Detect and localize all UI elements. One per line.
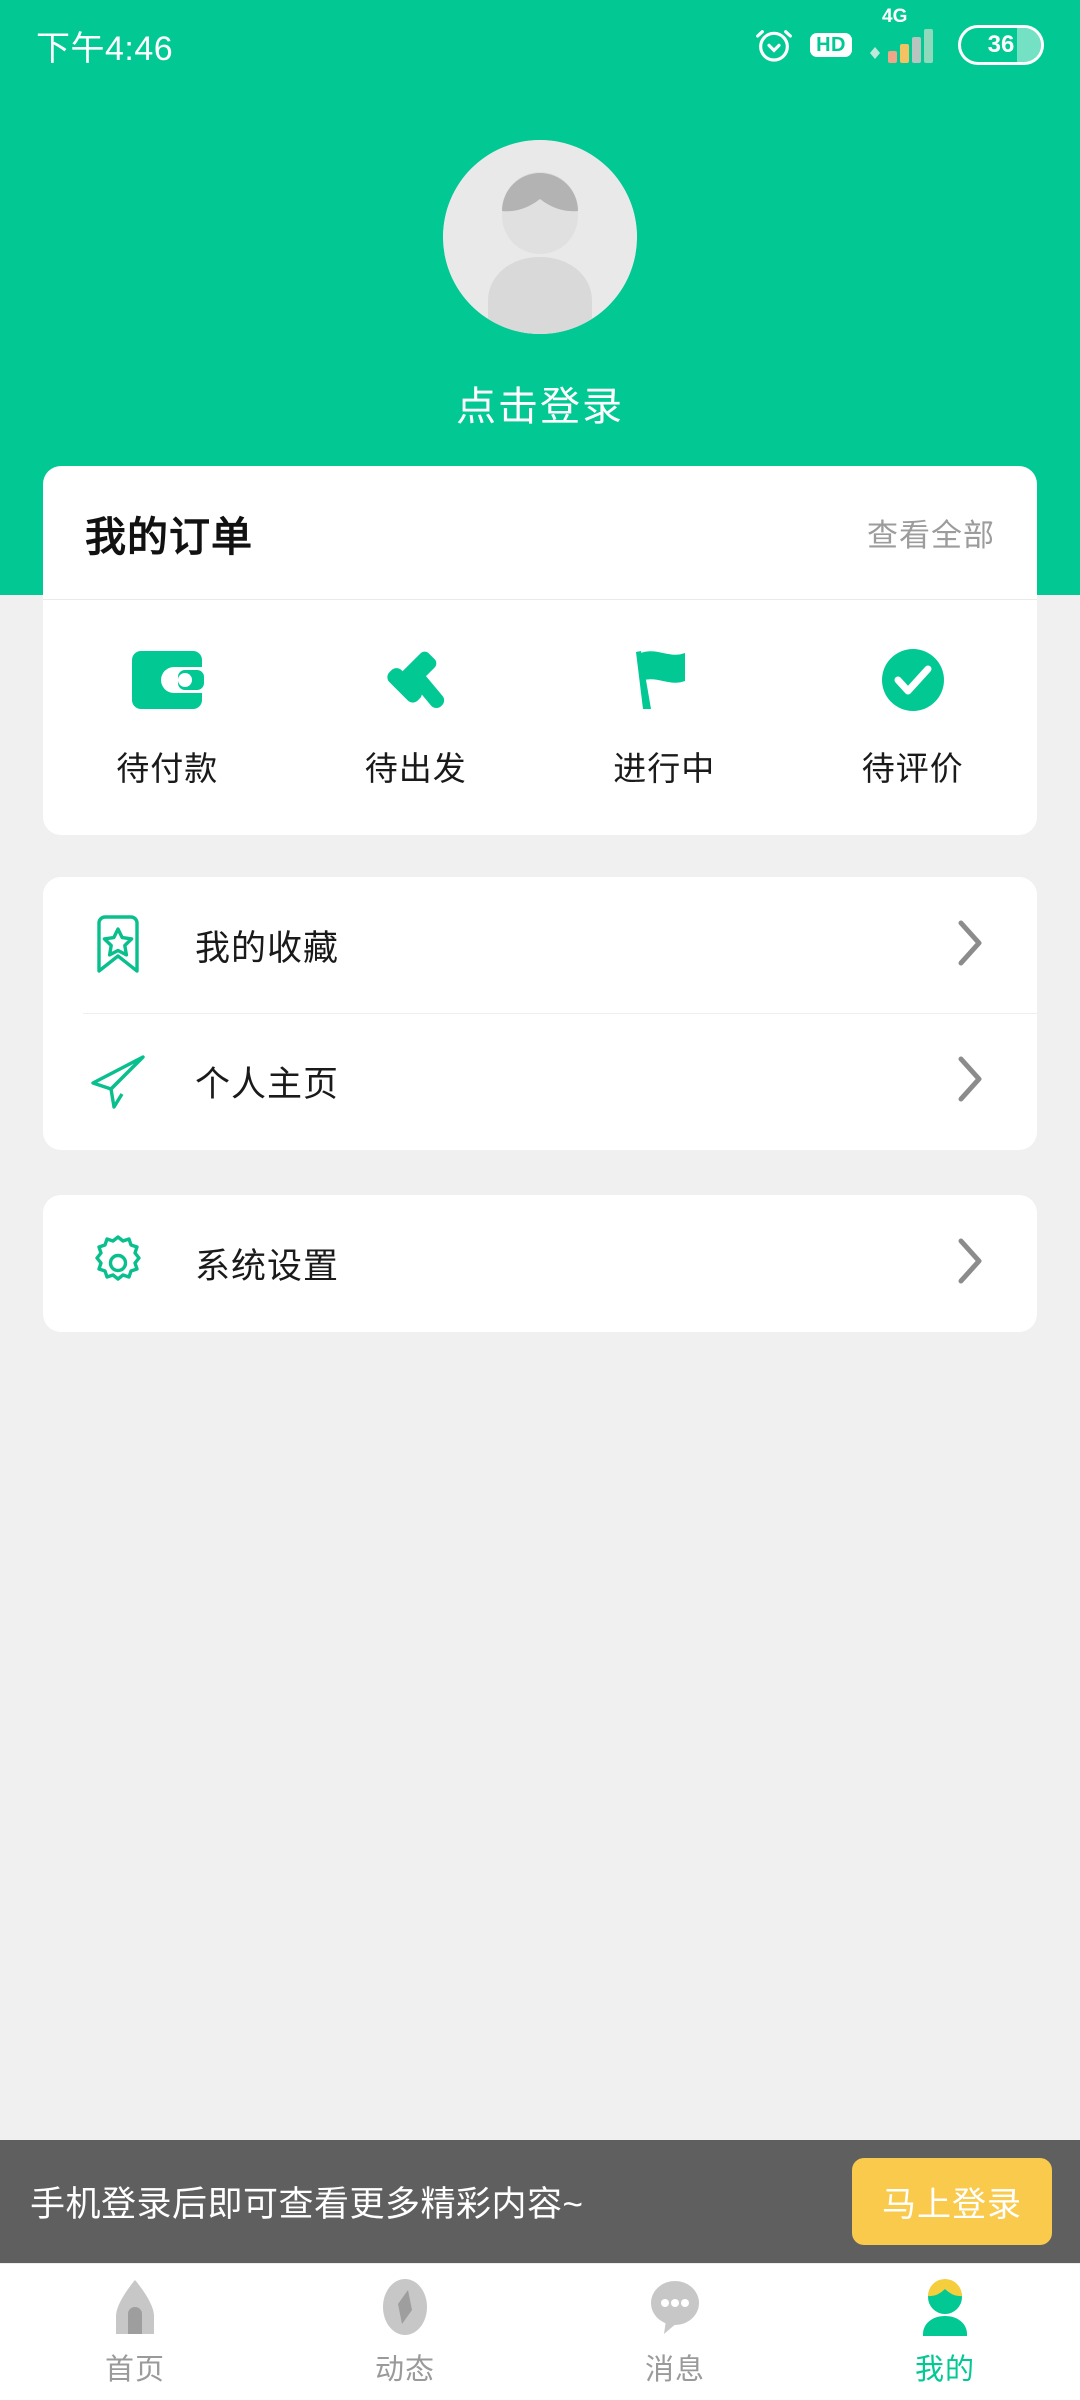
network-label: 4G (882, 6, 908, 27)
compass-icon (374, 2276, 436, 2338)
menu-item-label: 个人主页 (195, 1064, 340, 1104)
order-status-pending-review[interactable]: 待评价 (789, 644, 1038, 790)
view-all-orders-link[interactable]: 查看全部 (867, 510, 995, 555)
login-banner: 手机登录后即可查看更多精彩内容~ 马上登录 (0, 2140, 1080, 2263)
tab-label: 消息 (644, 2354, 705, 2386)
menu-item-system-settings[interactable]: 系统设置 (43, 1195, 1037, 1331)
check-circle-icon (876, 644, 950, 716)
home-icon (104, 2276, 166, 2338)
flag-icon (627, 644, 701, 716)
tab-home[interactable]: 首页 (0, 2264, 270, 2400)
tab-feed[interactable]: 动态 (270, 2264, 540, 2400)
alarm-clock-icon (754, 25, 794, 65)
battery-icon: 36 (958, 25, 1044, 65)
avatar[interactable] (443, 140, 637, 334)
chevron-right-icon (953, 1233, 987, 1294)
login-prompt[interactable]: 点击登录 (456, 374, 624, 432)
status-bar-icons: HD 4G 36 (754, 7, 1044, 67)
tab-label: 我的 (914, 2354, 975, 2386)
menu-card-primary: 我的收藏 个人主页 (43, 877, 1037, 1150)
profile-screen: 下午4:46 HD 4G 36 点击登录 我的订单 查看全部 待付款 待出发 进… (0, 0, 1080, 2400)
order-status-label: 待出发 (364, 750, 467, 787)
order-status-label: 待评价 (861, 750, 964, 787)
wallet-icon (130, 644, 205, 716)
bottom-tab-bar: 首页 动态 消息 我的 (0, 2263, 1080, 2400)
login-now-button[interactable]: 马上登录 (852, 2158, 1052, 2245)
order-status-label: 进行中 (613, 750, 716, 787)
menu-item-label: 我的收藏 (195, 928, 340, 968)
my-orders-header: 我的订单 查看全部 (43, 466, 1037, 600)
profile-block: 点击登录 (0, 140, 1080, 432)
status-bar-time: 下午4:46 (36, 29, 174, 68)
chat-bubble-icon (644, 2276, 706, 2338)
gavel-icon (379, 644, 453, 716)
battery-level: 36 (987, 31, 1015, 58)
order-status-in-progress[interactable]: 进行中 (540, 644, 789, 790)
menu-card-secondary: 系统设置 (43, 1195, 1037, 1332)
my-orders-title: 我的订单 (85, 513, 253, 560)
hd-badge: HD (810, 33, 852, 57)
order-status-pending-payment[interactable]: 待付款 (43, 644, 292, 790)
chevron-right-icon (953, 915, 987, 976)
menu-item-label: 系统设置 (195, 1246, 340, 1286)
menu-item-favorites[interactable]: 我的收藏 (43, 877, 1037, 1013)
gear-icon (83, 1234, 153, 1292)
login-banner-message: 手机登录后即可查看更多精彩内容~ (30, 2185, 584, 2224)
status-bar: 下午4:46 HD 4G 36 (0, 0, 1080, 90)
order-status-grid: 待付款 待出发 进行中 待评价 (43, 600, 1037, 834)
person-icon (914, 2276, 976, 2338)
tab-messages[interactable]: 消息 (540, 2264, 810, 2400)
tab-label: 动态 (374, 2354, 435, 2386)
signal-icon: 4G (868, 7, 942, 67)
chevron-right-icon (953, 1051, 987, 1112)
paper-plane-icon (83, 1051, 153, 1111)
tab-mine[interactable]: 我的 (810, 2264, 1080, 2400)
order-status-label: 待付款 (116, 750, 219, 787)
bookmark-star-icon (83, 915, 153, 975)
order-status-pending-departure[interactable]: 待出发 (292, 644, 541, 790)
my-orders-card: 我的订单 查看全部 待付款 待出发 进行中 待评价 (43, 466, 1037, 835)
tab-label: 首页 (104, 2354, 165, 2386)
menu-item-personal-homepage[interactable]: 个人主页 (43, 1013, 1037, 1149)
